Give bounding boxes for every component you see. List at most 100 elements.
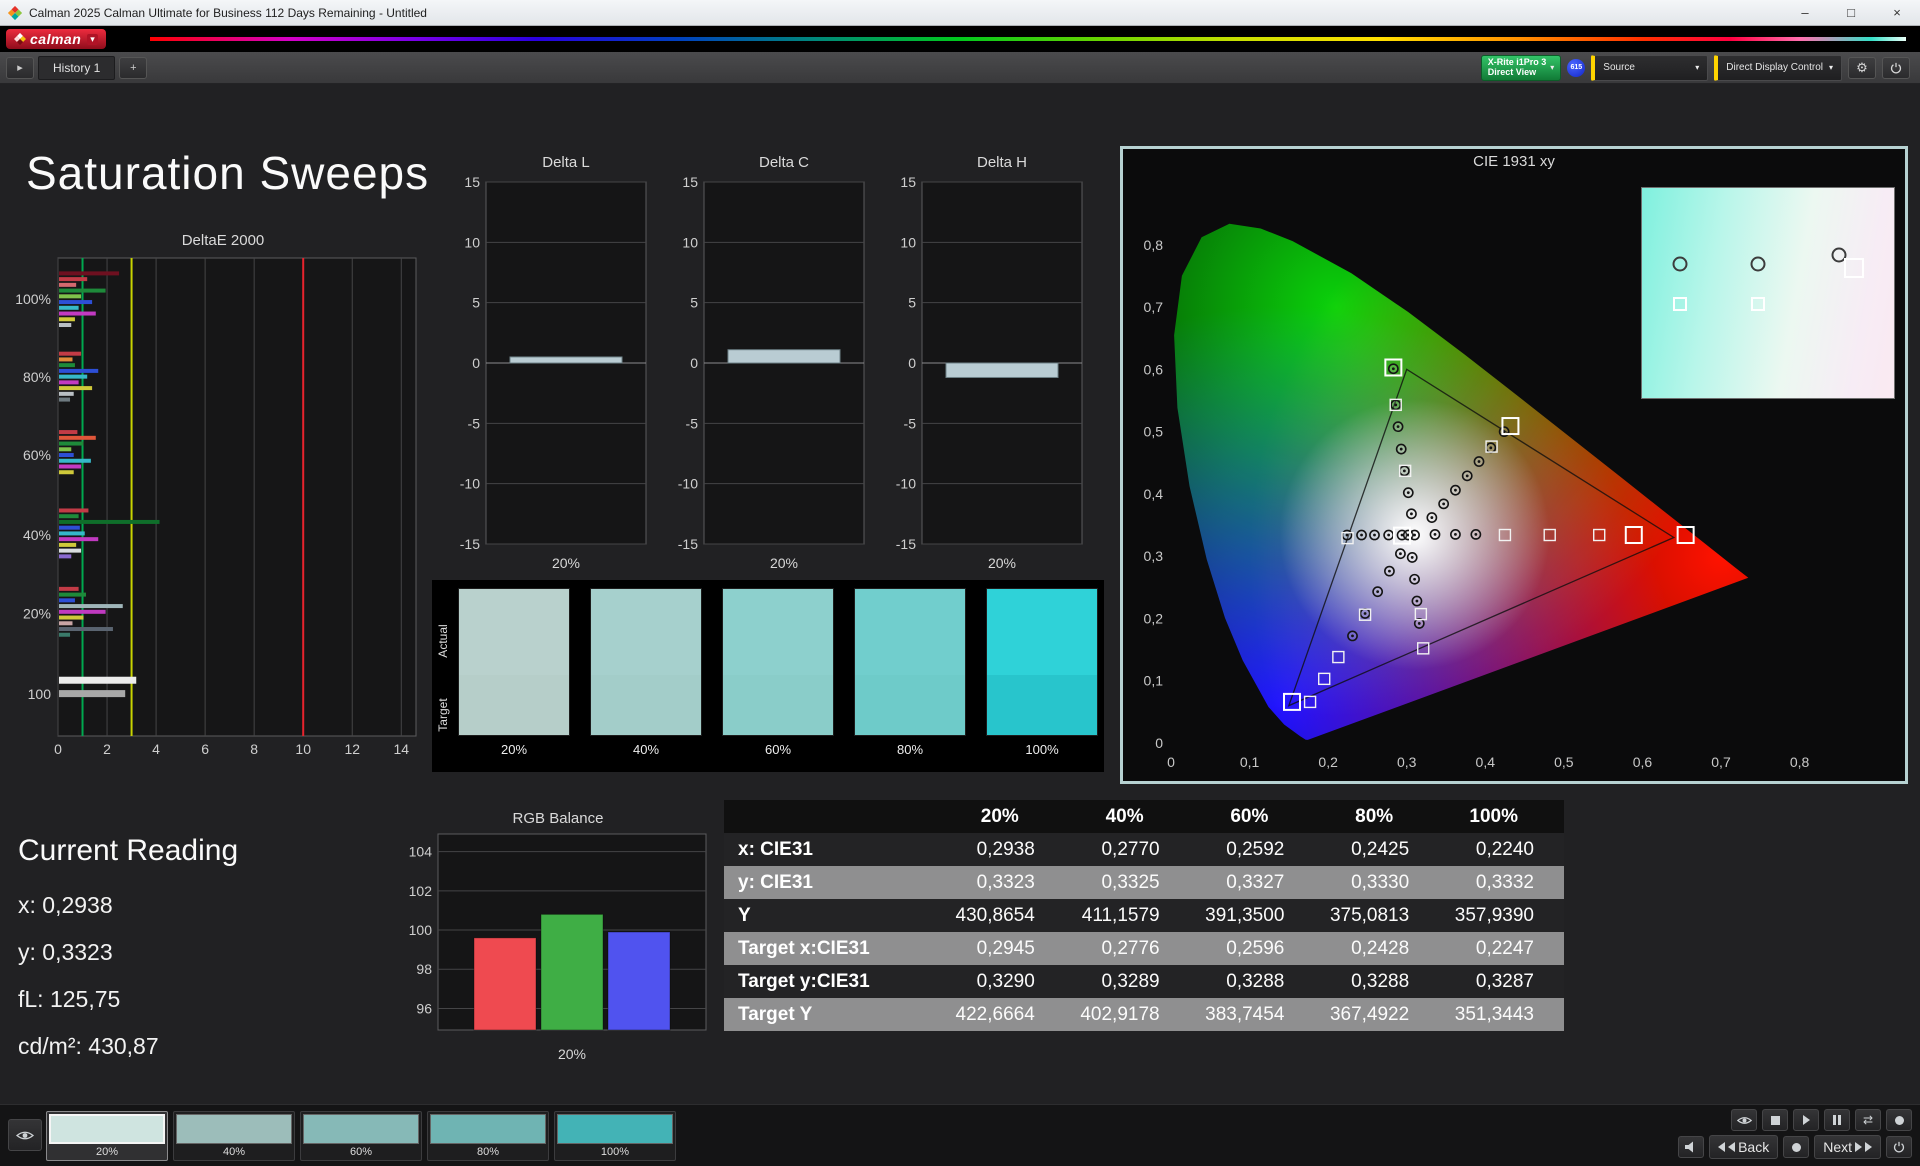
svg-text:0,3: 0,3: [1397, 754, 1417, 770]
swatch-items: 20% 40% 60% 80% 100%: [432, 580, 1104, 772]
source-selector-button[interactable]: Source ▾: [1591, 54, 1709, 81]
add-tab-button[interactable]: +: [119, 56, 148, 79]
table-header: 100%: [1439, 800, 1564, 833]
svg-text:100: 100: [409, 922, 433, 938]
patch-button-100%[interactable]: 100%: [554, 1111, 676, 1161]
table-cell: 430,8654: [940, 899, 1065, 932]
toolbar-left: ▸ History 1 +: [6, 55, 148, 80]
patch-button-40%[interactable]: 40%: [173, 1111, 295, 1161]
svg-text:102: 102: [409, 883, 433, 899]
panel-toggle-icon: ▸: [17, 62, 23, 74]
deltae-bar: [59, 305, 79, 310]
svg-text:0,6: 0,6: [1633, 754, 1653, 770]
target-color: [591, 675, 701, 735]
svg-text:5: 5: [908, 295, 916, 311]
svg-text:0,2: 0,2: [1144, 610, 1164, 626]
actual-color: [723, 589, 833, 676]
deltae-bar: [59, 592, 86, 597]
actual-color: [591, 589, 701, 676]
patch-button-label: 80%: [476, 1146, 500, 1158]
deltae-bar: [59, 531, 85, 536]
calman-app-window: Calman 2025 Calman Ultimate for Business…: [0, 0, 1920, 1166]
panel-toggle-button[interactable]: ▸: [6, 56, 34, 79]
table-cell: 0,2425: [1314, 833, 1440, 866]
table-cell: 0,3325: [1064, 866, 1190, 899]
results-table: 20% 40% 60% 80% 100% x: CIE31 0,2938 0,2770 0,25…: [724, 800, 1564, 1031]
close-button[interactable]: ×: [1874, 0, 1920, 25]
pause-button[interactable]: [1824, 1109, 1850, 1131]
delta-bar: [945, 362, 1059, 378]
delta-l-chart: Delta L 15 10 5 0 -5 -10 -15 20%: [444, 150, 649, 575]
svg-text:14: 14: [393, 741, 409, 757]
power-button[interactable]: [1882, 56, 1910, 79]
delta-c-plot: 15 10 5 0 -5 -10 -15 20%: [662, 174, 867, 575]
power-button-bottom[interactable]: [1886, 1136, 1912, 1158]
next-button[interactable]: Next: [1814, 1135, 1881, 1159]
table-cell: 375,0813: [1314, 899, 1440, 932]
forward-icon: [1865, 1142, 1872, 1152]
patch-label: 20%: [500, 742, 528, 757]
settings-button[interactable]: ⚙: [1848, 56, 1876, 79]
table-cell: 0,2770: [1064, 833, 1190, 866]
minimize-button[interactable]: –: [1782, 0, 1828, 25]
patch-button-label: 40%: [222, 1146, 246, 1158]
table-header: 80%: [1314, 800, 1440, 833]
reading-y: y: 0,3323: [18, 939, 113, 965]
deltae-bar: [59, 514, 79, 519]
current-reading: Current Reading x: 0,2938 y: 0,3323 fL: …: [18, 834, 238, 1070]
stop-button[interactable]: [1762, 1109, 1788, 1131]
transport-controls: ⇄ Back Next: [1678, 1109, 1912, 1159]
play-button[interactable]: [1793, 1109, 1819, 1131]
patch-swatch-60%: [722, 588, 834, 736]
table-cell: 0,3330: [1314, 866, 1440, 899]
meter-status-badge: 615: [1567, 58, 1586, 77]
svg-text:10: 10: [900, 234, 916, 250]
patch-button-80%[interactable]: 80%: [427, 1111, 549, 1161]
svg-text:0,1: 0,1: [1144, 673, 1164, 689]
next-button-label: Next: [1823, 1139, 1852, 1155]
svg-text:10: 10: [464, 234, 480, 250]
delta-l-plot: 15 10 5 0 -5 -10 -15 20%: [444, 174, 649, 575]
loop-icon: ⇄: [1862, 1113, 1874, 1127]
table-cell: 0,2938: [940, 833, 1065, 866]
record-button[interactable]: [1886, 1109, 1912, 1131]
deltae-bar: [59, 464, 82, 469]
patch-color: [49, 1114, 165, 1144]
svg-text:60%: 60%: [23, 447, 51, 463]
svg-text:100: 100: [28, 686, 52, 702]
table-row-label: Target x:CIE31: [724, 932, 940, 965]
power-icon: [1893, 1141, 1905, 1153]
back-button[interactable]: Back: [1709, 1135, 1779, 1159]
deltae-bar: [59, 363, 75, 368]
table-cell: 0,3287: [1439, 965, 1564, 998]
deltae-bar: [59, 323, 72, 328]
svg-text:15: 15: [682, 176, 698, 190]
display-control-button[interactable]: Direct Display Control ▾: [1714, 54, 1842, 81]
table-cell: 0,2240: [1439, 833, 1564, 866]
svg-text:0,1: 0,1: [1240, 754, 1260, 770]
back-button-label: Back: [1738, 1139, 1770, 1155]
preview-eye-button[interactable]: [8, 1119, 42, 1151]
power-icon: [1890, 62, 1902, 73]
deltae-bar: [59, 300, 93, 305]
deltae-bar: [59, 615, 84, 620]
table-cell: 367,4922: [1314, 998, 1440, 1031]
svg-text:20%: 20%: [552, 555, 580, 571]
mute-button[interactable]: [1678, 1136, 1705, 1158]
deltae-chart-title: DeltaE 2000: [181, 232, 265, 249]
loop-button[interactable]: ⇄: [1855, 1109, 1881, 1131]
table-row-label: Target Y: [724, 998, 940, 1031]
tab-history-1[interactable]: History 1: [38, 55, 116, 80]
measure-button[interactable]: [1783, 1136, 1810, 1158]
deltae-bar: [59, 676, 137, 684]
meter-selector-button[interactable]: X-Rite i1Pro 3 Direct View ▾: [1480, 54, 1562, 81]
patch-button-20%[interactable]: 20%: [46, 1111, 168, 1161]
patch-button-60%[interactable]: 60%: [300, 1111, 422, 1161]
view-button[interactable]: [1731, 1109, 1757, 1131]
table-cell: 0,2945: [940, 932, 1065, 965]
svg-text:0,4: 0,4: [1144, 486, 1164, 502]
maximize-button[interactable]: □: [1828, 0, 1874, 25]
calman-logo-text: calman: [30, 31, 82, 47]
deltae-bar: [59, 357, 73, 362]
calman-logo-menu[interactable]: calman ▾: [6, 29, 106, 49]
